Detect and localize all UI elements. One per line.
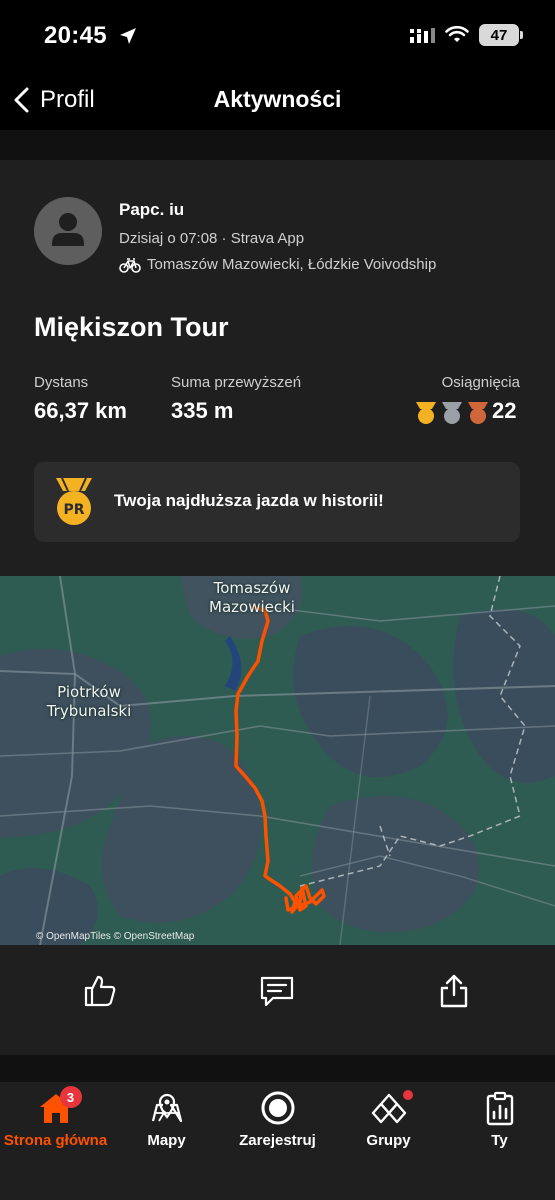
tab-you-label: Ty xyxy=(491,1132,508,1149)
map-label-piotrkow: Piotrków Trybunalski xyxy=(34,683,144,721)
activity-title[interactable]: Miękiszon Tour xyxy=(34,312,229,343)
tab-groups-label: Grupy xyxy=(366,1132,411,1149)
map-label-tomaszow: Tomaszów Mazowiecki xyxy=(207,579,297,617)
tab-home-label: Strona główna xyxy=(3,1132,108,1149)
map-label-tomaszow-line2: Mazowiecki xyxy=(209,598,295,616)
groups-icon-shape xyxy=(371,1093,406,1124)
map-label-piotrkow-line2: Trybunalski xyxy=(46,702,132,720)
share-button[interactable] xyxy=(434,971,474,1011)
record-icon-shape xyxy=(261,1091,294,1125)
tab-maps[interactable]: Mapy xyxy=(111,1082,222,1162)
activity-actions xyxy=(0,945,555,1055)
route-map[interactable]: Tomaszów Mazowiecki Piotrków Trybunalski… xyxy=(0,576,555,945)
stat-elevation-label: Suma przewyższeń xyxy=(171,374,302,391)
achievement-medals xyxy=(414,400,490,426)
avatar[interactable] xyxy=(34,197,102,265)
gold-medal-icon xyxy=(416,402,436,424)
comment-icon xyxy=(260,976,294,1007)
profile-clipboard-icon xyxy=(480,1088,520,1128)
share-icon xyxy=(440,974,468,1008)
location-text: Tomaszów Mazowiecki, Łódzkie Voivodship xyxy=(147,256,437,273)
kudos-button[interactable] xyxy=(80,971,120,1011)
pr-banner-text: Twoja najdłuższa jazda w historii! xyxy=(114,491,384,510)
stat-achievements-value: 22 xyxy=(492,398,517,423)
tab-home[interactable]: 3 Strona główna xyxy=(0,1082,111,1162)
record-icon xyxy=(258,1088,298,1128)
home-icon: 3 xyxy=(36,1086,82,1128)
feed-separator xyxy=(0,130,555,160)
map-attribution[interactable]: © OpenMapTiles © OpenStreetMap xyxy=(36,931,194,942)
notification-badge: 3 xyxy=(59,1086,82,1108)
map-background xyxy=(0,576,555,945)
activity-card[interactable]: Papc. iu Dzisiaj o 07:08 · Strava App To… xyxy=(0,160,555,1055)
silver-medal-icon xyxy=(442,402,462,424)
bronze-medal-icon xyxy=(468,402,488,424)
bottom-tab-bar: 3 Strona główna Mapy Zarejestruj Grupy T… xyxy=(0,1082,555,1200)
comment-button[interactable] xyxy=(257,971,297,1011)
status-bar: 20:45 47 xyxy=(0,0,555,72)
tab-record-label: Zarejestruj xyxy=(239,1132,316,1149)
battery-indicator: 47 xyxy=(479,24,523,46)
stat-distance-label: Dystans xyxy=(34,374,89,391)
map-icon xyxy=(147,1088,187,1128)
stat-elevation-value: 335 m xyxy=(171,398,234,423)
stat-achievements-label: Osiągnięcia xyxy=(441,374,520,391)
clipboard-icon-shape xyxy=(486,1091,513,1126)
pr-medal-icon: PR xyxy=(56,477,92,525)
tab-record[interactable]: Zarejestruj xyxy=(222,1082,333,1162)
user-placeholder-icon xyxy=(52,213,84,246)
groups-notification-dot xyxy=(402,1090,413,1100)
tab-you[interactable]: Ty xyxy=(444,1082,555,1162)
page-title: Aktywności xyxy=(213,86,342,112)
map-label-tomaszow-line1: Tomaszów xyxy=(213,579,291,597)
map-icon-shape xyxy=(151,1093,182,1123)
tab-maps-label: Mapy xyxy=(147,1132,186,1149)
athlete-name[interactable]: Papc. iu xyxy=(119,200,184,220)
activity-location: Tomaszów Mazowiecki, Łódzkie Voivodship xyxy=(119,256,436,273)
status-time: 20:45 xyxy=(44,22,107,49)
stat-distance-value: 66,37 km xyxy=(34,398,127,423)
location-arrow-icon xyxy=(120,28,136,44)
bicycle-icon xyxy=(119,257,141,273)
feed-separator-bottom xyxy=(0,1055,555,1082)
navigation-bar: Profil Aktywności xyxy=(0,72,555,130)
map-label-piotrkow-line1: Piotrków xyxy=(57,683,121,701)
activity-meta: Dzisiaj o 07:08 · Strava App xyxy=(119,230,305,247)
pr-badge-text: PR xyxy=(63,502,84,518)
pr-banner[interactable]: PR Twoja najdłuższa jazda w historii! xyxy=(34,462,520,542)
thumbs-up-icon xyxy=(84,975,116,1007)
groups-icon xyxy=(369,1088,413,1128)
wifi-icon xyxy=(445,26,469,42)
tab-groups[interactable]: Grupy xyxy=(333,1082,444,1162)
status-indicators: 47 xyxy=(409,24,523,46)
signal-icon xyxy=(410,28,435,43)
